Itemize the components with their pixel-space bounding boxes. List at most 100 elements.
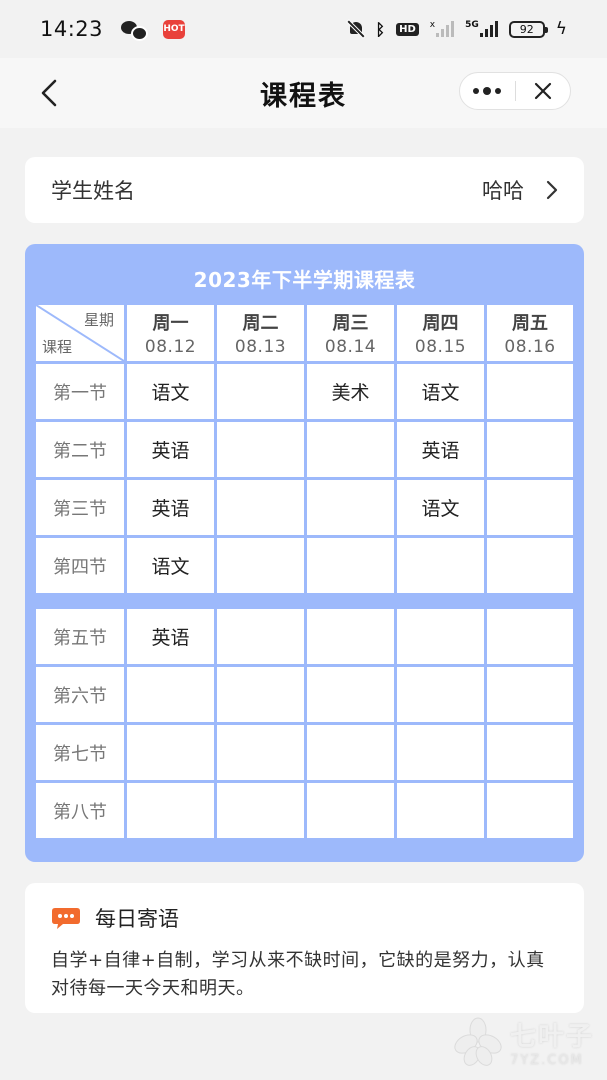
- day-header: 周三 08.14: [307, 305, 394, 361]
- course-cell[interactable]: [487, 364, 573, 419]
- nav-bar: 课程表: [0, 58, 607, 128]
- course-cell[interactable]: [127, 725, 214, 780]
- page-title: 课程表: [260, 80, 347, 112]
- close-button[interactable]: [516, 73, 571, 109]
- day-name: 周一: [152, 313, 189, 334]
- course-cell[interactable]: [397, 783, 484, 838]
- course-cell[interactable]: [487, 422, 573, 477]
- hd-badge: HD: [396, 22, 419, 36]
- course-cell[interactable]: [217, 364, 304, 419]
- day-header: 周四 08.15: [397, 305, 484, 361]
- course-cell[interactable]: 英语: [127, 480, 214, 535]
- more-dot-icon: [473, 88, 480, 94]
- signal-2: 5G: [465, 21, 498, 37]
- course-cell[interactable]: [487, 667, 573, 722]
- more-dot-icon: [483, 87, 492, 95]
- course-cell[interactable]: [217, 422, 304, 477]
- period-label: 第四节: [36, 538, 124, 593]
- watermark-text: 七叶子 7YZ.COM: [510, 1016, 594, 1068]
- watermark-name: 七叶子: [510, 1022, 595, 1052]
- leaf-logo-icon: [454, 1017, 502, 1066]
- grid-corner-header: 星期 课程: [36, 305, 124, 361]
- course-cell[interactable]: [397, 538, 484, 593]
- course-cell[interactable]: 语文: [127, 538, 214, 593]
- status-left: 14:23 HOT: [40, 17, 186, 41]
- course-cell[interactable]: [397, 667, 484, 722]
- status-right: ᛒ HD x 5G 92 ϟ: [347, 19, 567, 39]
- day-date: 08.12: [144, 337, 197, 357]
- course-cell[interactable]: [217, 538, 304, 593]
- daily-quote-title: 每日寄语: [95, 907, 179, 931]
- course-cell[interactable]: [307, 480, 394, 535]
- app-notification-icon: HOT: [163, 19, 186, 39]
- status-bar: 14:23 HOT ᛒ HD x 5G 92 ϟ: [0, 0, 607, 58]
- course-cell[interactable]: [217, 783, 304, 838]
- course-cell[interactable]: [307, 783, 394, 838]
- period-label: 第八节: [36, 783, 124, 838]
- course-cell[interactable]: 语文: [127, 364, 214, 419]
- schedule-grid: 星期 课程 周一 08.12 周二 08.13 周三 08.14 周四 08.15 周五 08.1…: [36, 305, 573, 840]
- close-icon: [534, 82, 551, 100]
- course-cell[interactable]: 语文: [397, 364, 484, 419]
- period-label: 第五节: [36, 609, 124, 664]
- course-cell[interactable]: [307, 725, 394, 780]
- period-label: 第三节: [36, 480, 124, 535]
- course-cell[interactable]: [487, 538, 573, 593]
- signal-weak-icon: [436, 21, 455, 37]
- course-cell[interactable]: [487, 609, 573, 664]
- day-name: 周二: [242, 313, 279, 334]
- course-cell[interactable]: 英语: [397, 422, 484, 477]
- student-name-value: 哈哈: [482, 179, 524, 203]
- status-time: 14:23: [40, 17, 104, 41]
- day-name: 周四: [422, 313, 459, 334]
- course-cell[interactable]: [397, 609, 484, 664]
- student-name-row[interactable]: 学生姓名 哈哈: [25, 157, 584, 223]
- schedule-title: 2023年下半学期课程表: [193, 268, 416, 292]
- course-cell[interactable]: [307, 422, 394, 477]
- course-cell[interactable]: [127, 667, 214, 722]
- signal-1: x: [429, 20, 455, 37]
- course-cell[interactable]: 美术: [307, 364, 394, 419]
- period-label: 第七节: [36, 725, 124, 780]
- course-cell[interactable]: 语文: [397, 480, 484, 535]
- more-dot-icon: [495, 88, 502, 94]
- day-header: 周一 08.12: [127, 305, 214, 361]
- course-cell[interactable]: [217, 725, 304, 780]
- day-date: 08.13: [234, 337, 287, 357]
- bluetooth-icon: ᛒ: [375, 19, 386, 39]
- course-cell[interactable]: [127, 783, 214, 838]
- daily-quote-header: 每日寄语: [51, 903, 558, 933]
- mute-bell-icon: [347, 20, 365, 38]
- watermark-url: 7YZ.COM: [510, 1053, 584, 1068]
- student-name-right: 哈哈: [482, 175, 558, 205]
- more-button[interactable]: [460, 73, 515, 109]
- course-cell[interactable]: [217, 667, 304, 722]
- period-label: 第六节: [36, 667, 124, 722]
- course-cell[interactable]: [217, 609, 304, 664]
- schedule-panel: 2023年下半学期课程表 星期 课程 周一 08.12 周二 08.13 周三 08.14…: [25, 244, 584, 862]
- course-cell[interactable]: [307, 538, 394, 593]
- course-cell[interactable]: [307, 609, 394, 664]
- student-name-label: 学生姓名: [51, 179, 135, 203]
- daily-quote-text: 自学+自律+自制，学习从来不缺时间，它缺的是努力，认真对待每一天今天和明天。: [51, 950, 545, 999]
- course-cell[interactable]: [397, 725, 484, 780]
- signal-1-label: x: [429, 20, 436, 30]
- day-header: 周二 08.13: [217, 305, 304, 361]
- chat-bubble-icon: [51, 906, 81, 930]
- charging-icon: ϟ: [555, 19, 567, 39]
- course-cell[interactable]: 英语: [127, 609, 214, 664]
- course-cell[interactable]: [307, 667, 394, 722]
- course-cell[interactable]: [487, 725, 573, 780]
- day-name: 周五: [512, 313, 548, 334]
- day-date: 08.16: [504, 337, 556, 357]
- course-cell[interactable]: [487, 480, 573, 535]
- day-name: 周三: [332, 313, 369, 334]
- wechat-icon: [121, 20, 149, 41]
- course-cell[interactable]: [487, 783, 573, 838]
- course-cell[interactable]: [217, 480, 304, 535]
- course-cell[interactable]: 英语: [127, 422, 214, 477]
- signal-2-label: 5G: [465, 20, 479, 30]
- period-label: 第二节: [36, 422, 124, 477]
- back-button[interactable]: [36, 78, 62, 108]
- battery-icon: 92: [508, 20, 548, 38]
